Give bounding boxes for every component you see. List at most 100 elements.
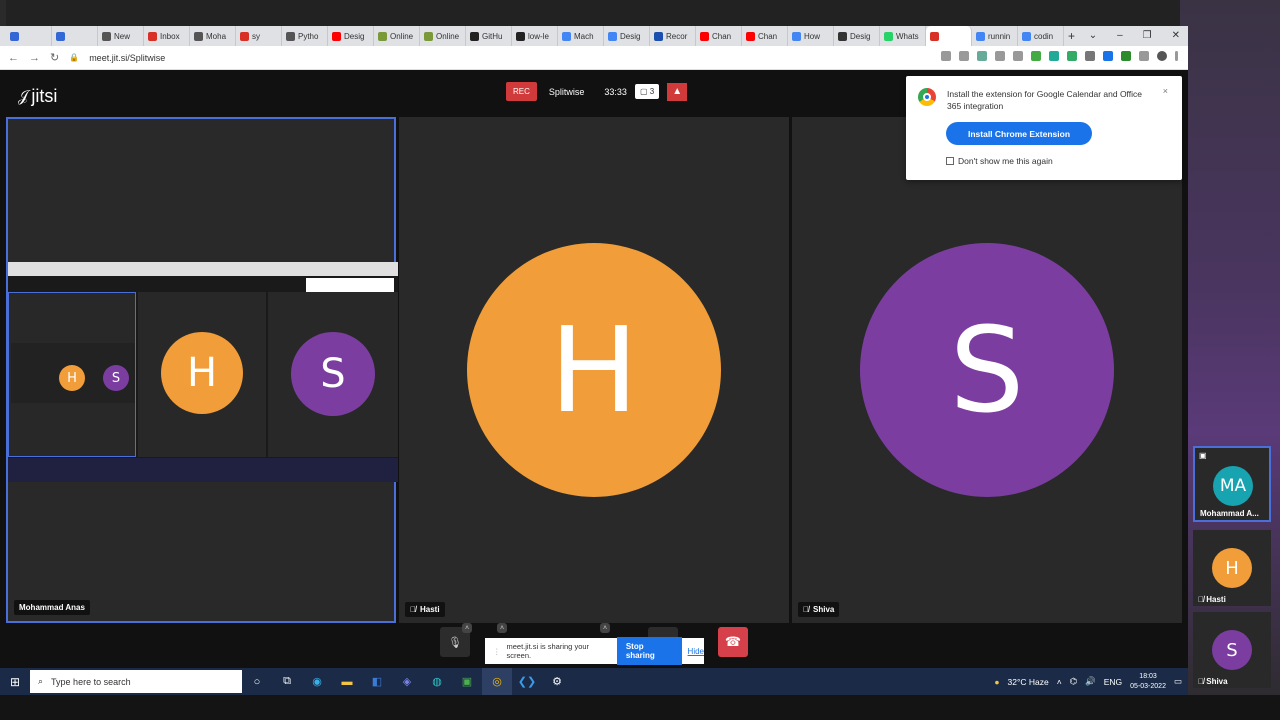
cortana-icon[interactable]: ○ bbox=[242, 668, 272, 695]
browser-tab[interactable] bbox=[6, 26, 52, 46]
drive-icon[interactable] bbox=[1085, 51, 1095, 61]
extension-icon[interactable] bbox=[1103, 51, 1113, 61]
filmstrip-tile-shiva[interactable]: S 🎙̸ Shiva bbox=[1193, 612, 1271, 688]
chevron-up-icon[interactable]: ˄ bbox=[1057, 677, 1062, 687]
browser-tab[interactable]: Recor bbox=[650, 26, 696, 46]
browser-tab[interactable] bbox=[926, 26, 972, 46]
browser-tab[interactable]: Moha bbox=[190, 26, 236, 46]
forward-icon[interactable]: → bbox=[29, 52, 40, 64]
video-tile-shiva[interactable]: S 🎙̸ Shiva bbox=[792, 117, 1182, 623]
close-icon[interactable]: × bbox=[1163, 86, 1168, 96]
file-explorer-icon[interactable]: ▬ bbox=[332, 668, 362, 695]
browser-tab[interactable]: Whats bbox=[880, 26, 926, 46]
edge-icon[interactable]: ◉ bbox=[302, 668, 332, 695]
photos-icon[interactable]: ▣ bbox=[452, 668, 482, 695]
extension-icon[interactable] bbox=[977, 51, 987, 61]
tab-favicon-icon bbox=[470, 31, 479, 41]
url-field[interactable]: meet.jit.si/Splitwise bbox=[89, 53, 165, 63]
more-options-chevron-icon[interactable]: ˄ bbox=[600, 623, 610, 633]
dont-show-checkbox[interactable]: Don't show me this again bbox=[946, 156, 1053, 166]
browser-tab[interactable]: codin bbox=[1018, 26, 1064, 46]
star-icon[interactable] bbox=[1013, 51, 1023, 61]
video-tile-hasti[interactable]: H 🎙̸ Hasti bbox=[399, 117, 789, 623]
clock[interactable]: 18:03 05-03-2022 bbox=[1130, 672, 1166, 692]
task-view-icon[interactable]: ⧉ bbox=[272, 668, 302, 695]
warning-icon[interactable]: ▲ bbox=[667, 82, 688, 101]
share-icon[interactable] bbox=[995, 51, 1005, 61]
camera-icon[interactable] bbox=[941, 51, 951, 61]
video-tile-screenshare[interactable]: H S H S Mohammad Anas bbox=[6, 117, 398, 623]
tab-label: low-le bbox=[528, 31, 549, 41]
tab-search-icon[interactable]: ⌄ bbox=[1089, 26, 1097, 46]
participant-name: Shiva bbox=[1206, 677, 1228, 686]
install-extension-button[interactable]: Install Chrome Extension bbox=[946, 122, 1092, 145]
browser-tab[interactable]: Chan bbox=[696, 26, 742, 46]
browser-tab[interactable]: New bbox=[98, 26, 144, 46]
minimize-button[interactable]: – bbox=[1117, 26, 1123, 46]
reload-icon[interactable]: ↻ bbox=[50, 51, 59, 64]
lock-icon[interactable]: 🔒 bbox=[69, 53, 79, 62]
volume-icon[interactable]: 🔊 bbox=[1085, 676, 1096, 687]
extension-icon[interactable] bbox=[1031, 51, 1041, 61]
notification-icon[interactable]: ▭ bbox=[1174, 676, 1182, 687]
extension-icon[interactable] bbox=[1049, 51, 1059, 61]
mic-options-chevron-icon[interactable]: ˄ bbox=[462, 623, 472, 633]
hide-link[interactable]: Hide bbox=[688, 647, 704, 656]
browser-tab[interactable]: low-le bbox=[512, 26, 558, 46]
weather-icon[interactable]: ● bbox=[994, 677, 999, 687]
menu-icon[interactable] bbox=[1175, 51, 1178, 61]
browser-tab[interactable]: GitHu bbox=[466, 26, 512, 46]
app-icon[interactable]: ◍ bbox=[422, 668, 452, 695]
browser-tab[interactable]: Chan bbox=[742, 26, 788, 46]
participant-name-tag: 🎙̸ Hasti bbox=[405, 602, 445, 617]
browser-tab[interactable]: Online bbox=[374, 26, 420, 46]
teams-icon[interactable]: ◈ bbox=[392, 668, 422, 695]
filmstrip-tile-hasti[interactable]: H 🎙̸ Hasti bbox=[1193, 530, 1271, 606]
maximize-button[interactable]: ❐ bbox=[1143, 26, 1152, 46]
puzzle-icon[interactable] bbox=[1139, 51, 1149, 61]
vscode-icon[interactable]: ❮❯ bbox=[512, 668, 542, 695]
browser-tab[interactable]: Desig bbox=[604, 26, 650, 46]
browser-tab[interactable]: Desig bbox=[834, 26, 880, 46]
popup-text: Install the extension for Google Calenda… bbox=[947, 89, 1142, 111]
browser-tab[interactable]: Inbox bbox=[144, 26, 190, 46]
browser-tab[interactable]: runnin bbox=[972, 26, 1018, 46]
settings-icon[interactable]: ⚙ bbox=[542, 668, 572, 695]
close-button[interactable]: ✕ bbox=[1172, 26, 1180, 46]
chrome-taskbar-icon[interactable]: ◎ bbox=[482, 668, 512, 695]
nested-tile: S bbox=[268, 292, 398, 457]
sharing-status-text: meet.jit.si is sharing your screen. bbox=[506, 642, 590, 660]
network-icon[interactable]: ⌬ bbox=[1070, 676, 1077, 687]
drag-handle-icon[interactable]: ⋮ bbox=[493, 647, 501, 656]
tab-favicon-icon bbox=[102, 31, 111, 41]
camera-options-chevron-icon[interactable]: ˄ bbox=[497, 623, 507, 633]
browser-tab[interactable]: Online bbox=[420, 26, 466, 46]
browser-tab[interactable]: sy bbox=[236, 26, 282, 46]
back-icon[interactable]: ← bbox=[8, 52, 19, 64]
extension-icon[interactable] bbox=[1121, 51, 1131, 61]
taskbar-search-box[interactable]: ⌕ Type here to search bbox=[30, 670, 242, 693]
participant-name: Hasti bbox=[420, 605, 440, 614]
jitsi-logo[interactable]: 𝒥jitsi bbox=[18, 86, 57, 107]
outlook-icon[interactable]: ◧ bbox=[362, 668, 392, 695]
hangup-button[interactable]: ☎ bbox=[718, 627, 748, 657]
participant-name-tag: 🎙̸ Shiva bbox=[798, 602, 840, 617]
windows-start-icon[interactable]: ⊞ bbox=[0, 668, 30, 695]
tab-favicon-icon bbox=[792, 31, 801, 41]
checkbox-icon[interactable] bbox=[946, 157, 954, 165]
phone-icon: ☎ bbox=[724, 634, 742, 649]
profile-avatar[interactable] bbox=[1157, 51, 1167, 61]
browser-tab[interactable] bbox=[52, 26, 98, 46]
stop-sharing-button[interactable]: Stop sharing bbox=[616, 637, 682, 665]
browser-tab[interactable]: How bbox=[788, 26, 834, 46]
browser-tab[interactable]: Pytho bbox=[282, 26, 328, 46]
browser-tab[interactable]: Desig bbox=[328, 26, 374, 46]
participant-count[interactable]: ▢ 3 bbox=[634, 84, 660, 99]
extension-icon[interactable] bbox=[1067, 51, 1077, 61]
nested-inner-screen: H S bbox=[11, 343, 135, 403]
browser-tab[interactable]: Mach bbox=[558, 26, 604, 46]
weather-text[interactable]: 32°C Haze bbox=[1008, 677, 1049, 687]
install-icon[interactable] bbox=[959, 51, 969, 61]
filmstrip-tile-local[interactable]: ▣ MA Mohammad A... bbox=[1193, 446, 1271, 522]
language-indicator[interactable]: ENG bbox=[1104, 677, 1122, 687]
